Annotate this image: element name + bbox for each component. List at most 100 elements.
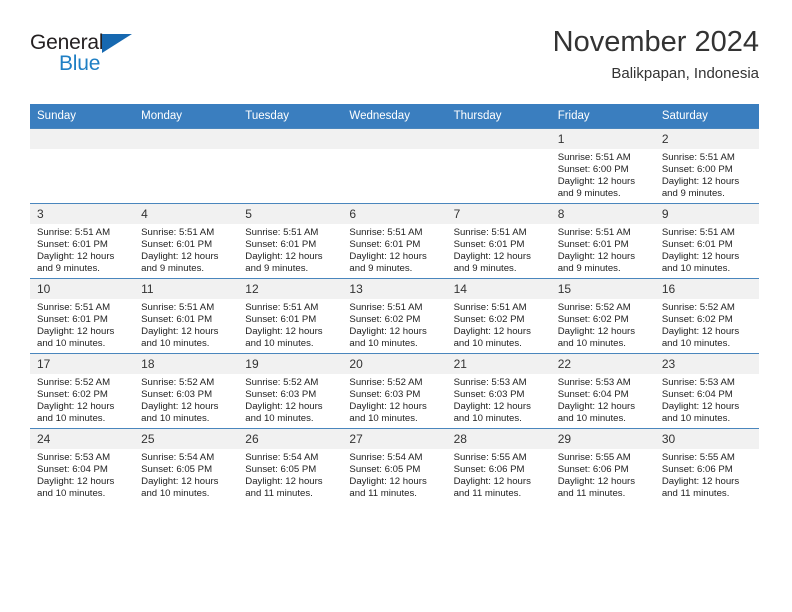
weekday-header-saturday: Saturday <box>654 104 759 129</box>
calendar-day-cell[interactable]: 18 Sunrise: 5:52 AM Sunset: 6:03 PM Dayligh… <box>134 353 239 429</box>
daylight-text: Daylight: 12 hours and 10 minutes. <box>661 326 740 350</box>
sunrise-text: Sunrise: 5:52 AM <box>661 302 735 313</box>
day-details: Sunrise: 5:51 AM Sunset: 6:02 PM Daylight:… <box>342 299 446 350</box>
daylight-text: Daylight: 12 hours and 9 minutes. <box>453 251 531 275</box>
calendar-day-cell[interactable]: 21 Sunrise: 5:53 AM Sunset: 6:03 PM Dayligh… <box>446 353 551 429</box>
calendar-day-cell[interactable]: 16 Sunrise: 5:52 AM Sunset: 6:02 PM Dayligh… <box>654 278 759 354</box>
calendar-day-cell[interactable]: 11 Sunrise: 5:51 AM Sunset: 6:01 PM Dayligh… <box>134 278 239 354</box>
calendar-table: Sunday Monday Tuesday Wednesday Thursday… <box>30 104 759 503</box>
calendar-week-row: 1 Sunrise: 5:51 AM Sunset: 6:00 PM Daylight… <box>30 128 759 204</box>
sunrise-text: Sunrise: 5:55 AM <box>557 452 631 463</box>
calendar-header-row: Sunday Monday Tuesday Wednesday Thursday… <box>30 104 759 129</box>
sunrise-text: Sunrise: 5:52 AM <box>245 377 319 388</box>
calendar-day-cell[interactable]: 17 Sunrise: 5:52 AM Sunset: 6:02 PM Dayligh… <box>30 353 135 429</box>
sunrise-text: Sunrise: 5:51 AM <box>141 227 215 238</box>
calendar-day-cell[interactable]: 20 Sunrise: 5:52 AM Sunset: 6:03 PM Dayligh… <box>342 353 447 429</box>
calendar-day-cell[interactable]: 23 Sunrise: 5:53 AM Sunset: 6:04 PM Dayligh… <box>654 353 759 429</box>
sunrise-text: Sunrise: 5:54 AM <box>349 452 423 463</box>
sunset-text: Sunset: 6:02 PM <box>557 314 629 326</box>
day-details: Sunrise: 5:52 AM Sunset: 6:03 PM Daylight:… <box>134 374 238 425</box>
calendar-day-cell[interactable]: 15 Sunrise: 5:52 AM Sunset: 6:02 PM Dayligh… <box>550 278 655 354</box>
day-number: 14 <box>446 279 551 299</box>
weekday-header-friday: Friday <box>550 104 655 129</box>
calendar-day-cell[interactable]: 8 Sunrise: 5:51 AM Sunset: 6:01 PM Daylight… <box>550 203 655 279</box>
calendar-day-cell[interactable]: 1 Sunrise: 5:51 AM Sunset: 6:00 PM Daylight… <box>550 128 655 204</box>
calendar-day-cell[interactable]: 13 Sunrise: 5:51 AM Sunset: 6:02 PM Dayligh… <box>342 278 447 354</box>
logo-text-blue: Blue <box>59 52 101 75</box>
day-number: 26 <box>238 429 343 449</box>
day-details: Sunrise: 5:52 AM Sunset: 6:03 PM Daylight:… <box>342 374 446 425</box>
sunrise-text: Sunrise: 5:51 AM <box>349 302 423 313</box>
calendar-day-cell[interactable]: 27 Sunrise: 5:54 AM Sunset: 6:05 PM Dayligh… <box>342 428 447 503</box>
calendar-day-cell[interactable]: 14 Sunrise: 5:51 AM Sunset: 6:02 PM Dayligh… <box>446 278 551 354</box>
sunset-text: Sunset: 6:05 PM <box>141 464 213 476</box>
day-details: Sunrise: 5:51 AM Sunset: 6:02 PM Daylight:… <box>447 299 551 350</box>
day-number: 25 <box>134 429 239 449</box>
calendar-day-cell[interactable]: 25 Sunrise: 5:54 AM Sunset: 6:05 PM Dayligh… <box>134 428 239 503</box>
day-details: Sunrise: 5:53 AM Sunset: 6:04 PM Daylight:… <box>551 374 655 425</box>
day-number: 11 <box>134 279 239 299</box>
calendar-day-cell[interactable]: 2 Sunrise: 5:51 AM Sunset: 6:00 PM Daylight… <box>654 128 759 204</box>
sunset-text: Sunset: 6:03 PM <box>349 389 421 401</box>
sunset-text: Sunset: 6:03 PM <box>453 389 525 401</box>
calendar-day-cell[interactable]: 22 Sunrise: 5:53 AM Sunset: 6:04 PM Dayligh… <box>550 353 655 429</box>
sunset-text: Sunset: 6:02 PM <box>37 389 108 401</box>
daylight-text: Daylight: 12 hours and 9 minutes. <box>141 251 219 275</box>
calendar-day-cell[interactable]: 29 Sunrise: 5:55 AM Sunset: 6:06 PM Dayligh… <box>550 428 655 503</box>
page-header: General Blue November 2024 Balikpapan, I… <box>30 24 759 102</box>
sunset-text: Sunset: 6:01 PM <box>661 239 733 251</box>
day-number: 19 <box>238 354 343 374</box>
daylight-text: Daylight: 12 hours and 10 minutes. <box>661 401 740 425</box>
daylight-text: Daylight: 12 hours and 10 minutes. <box>557 326 636 350</box>
calendar-day-cell-empty <box>238 128 343 204</box>
calendar-week-row: 10 Sunrise: 5:51 AM Sunset: 6:01 PM Dayligh… <box>30 278 759 354</box>
calendar-day-cell[interactable]: 28 Sunrise: 5:55 AM Sunset: 6:06 PM Dayligh… <box>446 428 551 503</box>
sunrise-text: Sunrise: 5:52 AM <box>37 377 111 388</box>
day-details: Sunrise: 5:55 AM Sunset: 6:06 PM Daylight:… <box>655 449 759 500</box>
calendar-day-cell[interactable]: 12 Sunrise: 5:51 AM Sunset: 6:01 PM Dayligh… <box>238 278 343 354</box>
day-number: 20 <box>342 354 447 374</box>
calendar-day-cell[interactable]: 24 Sunrise: 5:53 AM Sunset: 6:04 PM Dayligh… <box>30 428 135 503</box>
day-details: Sunrise: 5:54 AM Sunset: 6:05 PM Daylight:… <box>134 449 238 500</box>
calendar-day-cell[interactable]: 19 Sunrise: 5:52 AM Sunset: 6:03 PM Dayligh… <box>238 353 343 429</box>
calendar-day-cell[interactable]: 5 Sunrise: 5:51 AM Sunset: 6:01 PM Daylight… <box>238 203 343 279</box>
calendar-day-cell[interactable]: 3 Sunrise: 5:51 AM Sunset: 6:01 PM Daylight… <box>30 203 135 279</box>
sunset-text: Sunset: 6:01 PM <box>453 239 525 251</box>
sunrise-text: Sunrise: 5:51 AM <box>141 302 215 313</box>
general-blue-logo[interactable]: General Blue <box>30 32 145 78</box>
calendar-day-cell[interactable]: 26 Sunrise: 5:54 AM Sunset: 6:05 PM Dayligh… <box>238 428 343 503</box>
sunset-text: Sunset: 6:01 PM <box>245 239 317 251</box>
day-number: 28 <box>446 429 551 449</box>
day-details: Sunrise: 5:51 AM Sunset: 6:01 PM Daylight:… <box>30 224 134 275</box>
day-details: Sunrise: 5:52 AM Sunset: 6:02 PM Daylight:… <box>655 299 759 350</box>
day-number: 23 <box>654 354 759 374</box>
page-title: November 2024 <box>552 26 759 58</box>
sunrise-text: Sunrise: 5:53 AM <box>661 377 735 388</box>
sunset-text: Sunset: 6:05 PM <box>245 464 317 476</box>
sunrise-text: Sunrise: 5:54 AM <box>245 452 319 463</box>
day-number: 10 <box>30 279 135 299</box>
calendar-day-cell[interactable]: 10 Sunrise: 5:51 AM Sunset: 6:01 PM Dayligh… <box>30 278 135 354</box>
day-details: Sunrise: 5:55 AM Sunset: 6:06 PM Daylight:… <box>447 449 551 500</box>
day-number: 21 <box>446 354 551 374</box>
sunrise-text: Sunrise: 5:51 AM <box>245 302 319 313</box>
weekday-header-thursday: Thursday <box>446 104 551 129</box>
calendar-body: 1 Sunrise: 5:51 AM Sunset: 6:00 PM Daylight… <box>30 128 759 503</box>
day-details: Sunrise: 5:52 AM Sunset: 6:03 PM Daylight:… <box>238 374 342 425</box>
calendar-day-cell[interactable]: 9 Sunrise: 5:51 AM Sunset: 6:01 PM Daylight… <box>654 203 759 279</box>
calendar-day-cell[interactable]: 30 Sunrise: 5:55 AM Sunset: 6:06 PM Dayligh… <box>654 428 759 503</box>
calendar-day-cell[interactable]: 6 Sunrise: 5:51 AM Sunset: 6:01 PM Daylight… <box>342 203 447 279</box>
day-number <box>342 129 447 149</box>
sunset-text: Sunset: 6:06 PM <box>661 464 733 476</box>
day-details: Sunrise: 5:51 AM Sunset: 6:00 PM Daylight:… <box>551 149 655 200</box>
daylight-text: Daylight: 12 hours and 10 minutes. <box>141 326 219 350</box>
calendar-day-cell[interactable]: 7 Sunrise: 5:51 AM Sunset: 6:01 PM Daylight… <box>446 203 551 279</box>
day-number: 3 <box>30 204 135 224</box>
day-number: 5 <box>238 204 343 224</box>
day-details: Sunrise: 5:55 AM Sunset: 6:06 PM Daylight:… <box>551 449 655 500</box>
daylight-text: Daylight: 12 hours and 10 minutes. <box>661 251 740 275</box>
day-details: Sunrise: 5:51 AM Sunset: 6:00 PM Daylight:… <box>655 149 759 200</box>
day-number: 6 <box>342 204 447 224</box>
calendar-day-cell[interactable]: 4 Sunrise: 5:51 AM Sunset: 6:01 PM Daylight… <box>134 203 239 279</box>
sunrise-text: Sunrise: 5:53 AM <box>557 377 631 388</box>
